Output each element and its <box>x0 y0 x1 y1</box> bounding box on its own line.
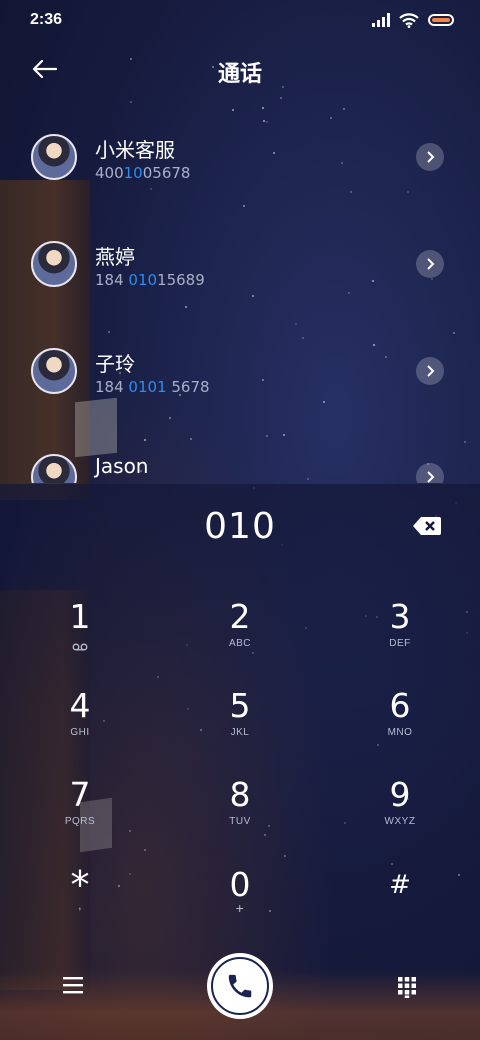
key-digit: 6 <box>389 686 411 725</box>
contact-name: 子玲 <box>95 352 135 376</box>
star <box>280 97 282 99</box>
contact-item[interactable]: 燕婷 184 01015689 <box>0 217 480 317</box>
key-7[interactable]: 7 PQRS <box>25 776 135 856</box>
key-2[interactable]: 2 ABC <box>185 598 295 678</box>
key-digit: 7 <box>69 775 91 814</box>
battery-icon <box>428 14 454 26</box>
avatar <box>31 134 77 180</box>
key-digit: 1 <box>69 597 91 636</box>
key-9[interactable]: 9 WXYZ <box>345 776 455 856</box>
contact-number: 184 0101 5678 <box>95 378 210 396</box>
header: 通话 <box>0 48 480 92</box>
key-digit: 8 <box>229 775 251 814</box>
key-3[interactable]: 3 DEF <box>345 598 455 678</box>
key-digit: 2 <box>229 597 251 636</box>
signal-icon <box>372 13 390 27</box>
avatar <box>31 454 77 483</box>
key-star[interactable]: * , <box>25 866 135 946</box>
menu-icon[interactable] <box>62 975 84 995</box>
contact-item[interactable]: Jason <box>0 430 480 483</box>
key-letters: PQRS <box>64 816 96 827</box>
status-time: 2:36 <box>30 11 63 28</box>
keypad-icon[interactable] <box>397 976 417 998</box>
avatar <box>31 241 77 287</box>
contact-item[interactable]: 子玲 184 0101 5678 <box>0 324 480 424</box>
chevron-right-icon <box>427 258 435 270</box>
key-0[interactable]: 0 + <box>185 866 295 946</box>
contact-detail-button[interactable] <box>416 357 444 385</box>
entered-number: 010 <box>204 506 276 547</box>
key-digit: 3 <box>389 597 411 636</box>
backspace-icon[interactable] <box>412 515 442 537</box>
contact-item[interactable]: 小米客服 4001005678 <box>0 110 480 210</box>
key-digit: 9 <box>389 775 411 814</box>
key-6[interactable]: 6 MNO <box>345 687 455 767</box>
contact-detail-button[interactable] <box>416 143 444 171</box>
key-letters: WXYZ <box>384 816 416 827</box>
key-letters: JKL <box>230 727 250 738</box>
key-digit: 4 <box>69 686 91 725</box>
key-hash[interactable]: # <box>345 866 455 946</box>
voicemail-icon <box>72 643 88 651</box>
phone-icon <box>228 974 252 998</box>
key-digit: # <box>389 870 411 900</box>
key-letters: ABC <box>228 638 252 649</box>
chevron-right-icon <box>427 151 435 163</box>
contact-name: 小米客服 <box>95 138 175 162</box>
key-4[interactable]: 4 GHI <box>25 687 135 767</box>
contact-name: Jason <box>95 454 149 478</box>
status-bar: 2:36 <box>0 0 480 40</box>
contact-detail-button[interactable] <box>416 463 444 483</box>
bottom-bar <box>0 950 480 1022</box>
key-digit: 0 <box>229 865 251 904</box>
contact-list: 小米客服 4001005678 燕婷 184 01015689 子玲 184 0… <box>0 110 480 483</box>
star <box>130 101 132 103</box>
key-letters: MNO <box>387 727 413 738</box>
key-letters: DEF <box>389 638 411 649</box>
contact-detail-button[interactable] <box>416 250 444 278</box>
key-letters: GHI <box>70 727 90 738</box>
key-letters: TUV <box>229 816 251 827</box>
key-1[interactable]: 1 <box>25 598 135 678</box>
contact-number: 4001005678 <box>95 164 191 182</box>
avatar <box>31 348 77 394</box>
key-8[interactable]: 8 TUV <box>185 776 295 856</box>
key-digit: 5 <box>229 686 251 725</box>
star <box>262 107 264 109</box>
key-5[interactable]: 5 JKL <box>185 687 295 767</box>
key-letters: , <box>78 898 82 912</box>
call-button[interactable] <box>207 953 273 1019</box>
chevron-right-icon <box>427 365 435 377</box>
wifi-icon <box>399 12 419 28</box>
chevron-right-icon <box>427 471 435 483</box>
page-title: 通话 <box>217 62 262 87</box>
contact-name: 燕婷 <box>95 245 135 269</box>
contact-number: 184 01015689 <box>95 271 205 289</box>
key-letters: + <box>235 900 245 916</box>
